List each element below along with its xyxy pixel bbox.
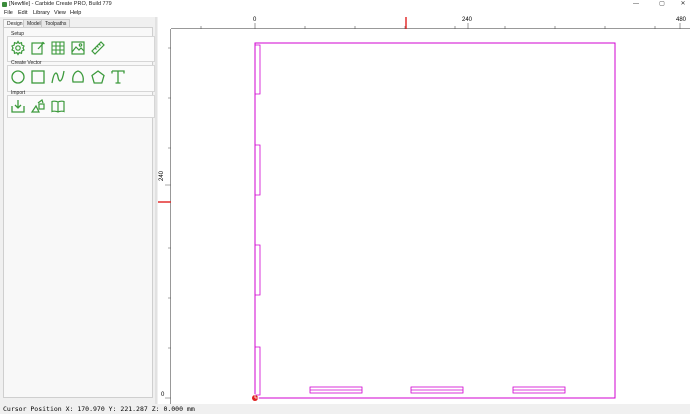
grid-icon[interactable] xyxy=(50,40,66,56)
import-shapes-icon[interactable] xyxy=(30,98,46,114)
pentagon-icon[interactable] xyxy=(90,69,106,85)
h-ruler-label-480: 480 xyxy=(676,17,687,23)
v-ruler-label-240: 240 xyxy=(159,170,165,181)
image-icon[interactable] xyxy=(70,40,86,56)
library-book-icon[interactable] xyxy=(50,98,66,114)
horizontal-ruler: 0 240 480 xyxy=(171,17,690,29)
h-ruler-label-240: 240 xyxy=(462,17,473,23)
menu-edit[interactable]: Edit xyxy=(18,9,27,17)
h-ruler-ticks xyxy=(200,23,681,29)
import-group-title: Import xyxy=(11,90,26,96)
gear-icon[interactable] xyxy=(10,40,26,56)
panel-splitter[interactable] xyxy=(155,17,157,404)
menu-file[interactable]: File xyxy=(4,9,13,17)
minimize-button[interactable]: — xyxy=(629,0,643,9)
cursor-position-readout: Cursor Position X: 170.970 Y: 221.287 Z:… xyxy=(3,405,195,413)
curve-icon[interactable] xyxy=(50,69,66,85)
menu-view[interactable]: View xyxy=(54,9,66,17)
menu-help[interactable]: Help xyxy=(70,9,81,17)
close-button[interactable]: ✕ xyxy=(676,0,690,9)
import-icon[interactable] xyxy=(10,98,26,114)
v-ruler-label-0: 0 xyxy=(161,392,165,398)
window-title: [Newfile] - Carbide Create PRO, Build 77… xyxy=(9,1,112,7)
v-ruler-ticks xyxy=(165,47,171,399)
left-markers xyxy=(255,44,261,396)
h-ruler-label-0: 0 xyxy=(253,17,257,23)
menu-bar: File Edit Library View Help xyxy=(0,9,690,17)
edit-document-icon[interactable] xyxy=(30,40,46,56)
maximize-button[interactable]: ▢ xyxy=(655,0,669,9)
rectangle-icon[interactable] xyxy=(30,69,46,85)
polygon-blob-icon[interactable] xyxy=(70,69,86,85)
canvas-drawing xyxy=(252,42,616,401)
vertical-ruler: 240 0 xyxy=(158,29,171,404)
circle-icon[interactable] xyxy=(10,69,26,85)
menu-library[interactable]: Library xyxy=(33,9,50,17)
app-icon xyxy=(2,2,7,7)
status-bar: Cursor Position X: 170.970 Y: 221.287 Z:… xyxy=(0,404,690,414)
title-bar: [Newfile] - Carbide Create PRO, Build 77… xyxy=(0,0,690,9)
bottom-tabs xyxy=(309,386,566,394)
design-canvas[interactable] xyxy=(158,17,690,404)
tab-toolpaths[interactable]: Toolpaths xyxy=(41,19,71,27)
setup-group-title: Setup xyxy=(11,31,25,37)
stock-outline xyxy=(254,42,616,399)
create-vector-group-title: Create Vector xyxy=(11,60,42,66)
design-panel: Setup Create Vector Import xyxy=(3,27,155,398)
text-icon[interactable] xyxy=(110,69,126,85)
ruler-icon[interactable] xyxy=(90,40,106,56)
